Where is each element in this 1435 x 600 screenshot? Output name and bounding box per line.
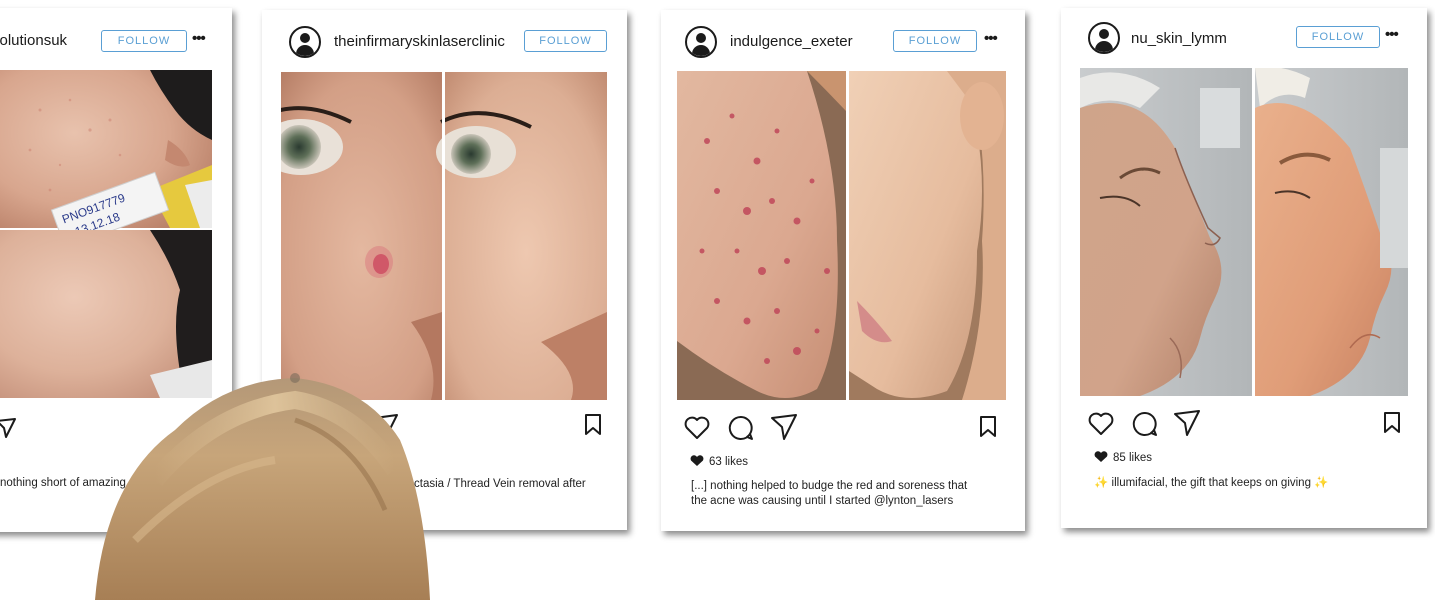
before-after-photo [281, 72, 607, 400]
likes-count: 85 likes [1113, 452, 1152, 464]
post-header: solutionsuk FOLLOW ••• [0, 8, 232, 68]
post-username[interactable]: indulgence_exeter [730, 33, 853, 50]
post-photo [1080, 68, 1408, 396]
follow-button[interactable]: FOLLOW [893, 30, 977, 52]
avatar-icon[interactable] [685, 26, 717, 58]
likes-heart-icon [1094, 451, 1108, 462]
post-caption: ctasia / Thread Vein removal after [414, 478, 586, 490]
follow-button[interactable]: FOLLOW [524, 30, 607, 52]
avatar-icon[interactable] [1088, 22, 1120, 54]
avatar-icon[interactable] [289, 26, 321, 58]
share-icon[interactable] [771, 414, 797, 440]
comment-icon[interactable] [1132, 411, 1158, 437]
bookmark-icon[interactable] [979, 416, 997, 438]
post-caption-text: illumifacial, the gift that keeps on giv… [1111, 477, 1311, 489]
post-header: theinfirmaryskinlaserclinic FOLLOW [262, 10, 627, 70]
bookmark-icon[interactable] [584, 414, 602, 436]
sparkle-icon: ✨ [1094, 477, 1109, 489]
bookmark-icon[interactable] [1383, 412, 1401, 434]
share-icon[interactable] [1174, 410, 1200, 436]
post-caption-line-2: the acne was causing until I started @ly… [691, 495, 954, 507]
follow-button[interactable]: FOLLOW [101, 30, 187, 52]
post-username[interactable]: theinfirmaryskinlaserclinic [334, 33, 505, 50]
post-header: nu_skin_lymm FOLLOW ••• [1061, 8, 1427, 68]
post-card-3: indulgence_exeter FOLLOW ••• 63 likes [.… [661, 10, 1025, 531]
post-caption: ✨ illumifacial, the gift that keeps on g… [1094, 476, 1329, 491]
post-caption-line-1: [...] nothing helped to budge the red an… [691, 480, 968, 492]
post-username[interactable]: solutionsuk [0, 32, 67, 49]
share-icon[interactable] [0, 418, 16, 438]
before-after-photo: PNO917779 13.12.18 [0, 70, 212, 398]
post-header: indulgence_exeter FOLLOW ••• [661, 10, 1025, 70]
more-options-icon[interactable]: ••• [984, 30, 998, 47]
post-card-4: nu_skin_lymm FOLLOW ••• 85 likes ✨ illum… [1061, 8, 1427, 528]
post-photo [281, 72, 607, 400]
comment-icon[interactable] [728, 415, 754, 441]
post-photo: PNO917779 13.12.18 [0, 70, 212, 398]
person-photo [95, 373, 430, 600]
before-after-photo [1080, 68, 1408, 396]
post-photo [677, 71, 1006, 400]
heart-icon[interactable] [1088, 412, 1114, 436]
likes-heart-icon [690, 455, 704, 466]
sparkle-icon: ✨ [1314, 477, 1329, 489]
before-after-photo [677, 71, 1006, 400]
post-username[interactable]: nu_skin_lymm [1131, 30, 1227, 47]
more-options-icon[interactable]: ••• [192, 30, 206, 47]
more-options-icon[interactable]: ••• [1385, 26, 1399, 43]
heart-icon[interactable] [684, 416, 710, 440]
likes-count: 63 likes [709, 456, 748, 468]
follow-button[interactable]: FOLLOW [1296, 26, 1380, 48]
